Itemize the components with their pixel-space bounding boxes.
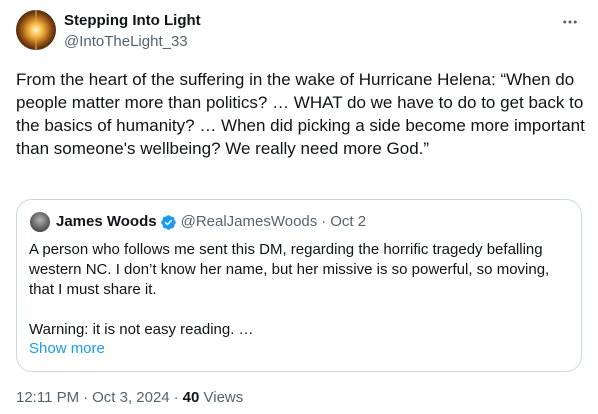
author-avatar[interactable] bbox=[16, 10, 56, 50]
separator-dot: · bbox=[83, 389, 89, 406]
separator-dot: · bbox=[321, 213, 327, 230]
tweet-meta: 12:11 PM · Oct 3, 2024 · 40 Views bbox=[16, 388, 243, 408]
quoted-author-avatar bbox=[30, 212, 50, 232]
quoted-author-handle: @RealJamesWoods bbox=[180, 213, 318, 230]
quoted-tweet-card[interactable]: James Woods @RealJamesWoods · Oct 2 A pe… bbox=[16, 199, 582, 372]
separator-dot: · bbox=[173, 389, 179, 406]
quoted-paragraph: A person who follows me sent this DM, re… bbox=[29, 241, 550, 298]
quoted-tweet-text: A person who follows me sent this DM, re… bbox=[29, 240, 569, 340]
views-label: Views bbox=[203, 389, 244, 406]
quoted-author-name: James Woods bbox=[56, 213, 157, 230]
tweet-time[interactable]: 12:11 PM bbox=[16, 389, 79, 406]
quoted-paragraph: Warning: it is not easy reading. … bbox=[29, 321, 254, 338]
author-name[interactable]: Stepping Into Light bbox=[64, 12, 201, 30]
author-handle[interactable]: @IntoTheLight_33 bbox=[64, 33, 188, 51]
quoted-tweet-date: Oct 2 bbox=[330, 213, 367, 230]
more-horizontal-icon bbox=[563, 20, 577, 24]
tweet-text: From the heart of the suffering in the w… bbox=[16, 70, 590, 158]
tweet-date[interactable]: Oct 3, 2024 bbox=[92, 389, 170, 406]
views-count: 40 bbox=[182, 389, 200, 406]
quoted-tweet-header: James Woods @RealJamesWoods · Oct 2 bbox=[56, 213, 366, 231]
verified-badge-icon bbox=[160, 214, 177, 231]
more-options-button[interactable] bbox=[558, 10, 582, 34]
show-more-link[interactable]: Show more bbox=[29, 339, 105, 359]
